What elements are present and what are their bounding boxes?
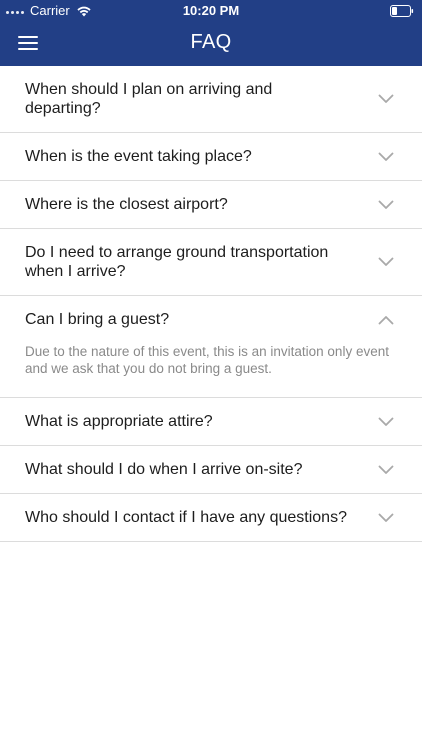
status-bar: Carrier 10:20 PM bbox=[0, 0, 422, 22]
chevron-down-icon[interactable] bbox=[378, 513, 394, 523]
faq-question-text: Can I bring a guest? bbox=[25, 311, 170, 328]
faq-question-text: When should I plan on arriving and depar… bbox=[25, 81, 273, 117]
faq-question[interactable]: Do I need to arrange ground transportati… bbox=[0, 229, 422, 295]
chevron-up-icon[interactable] bbox=[378, 315, 394, 325]
faq-item[interactable]: Who should I contact if I have any quest… bbox=[0, 494, 422, 542]
page-title: FAQ bbox=[190, 31, 232, 53]
faq-question-text: When is the event taking place? bbox=[25, 148, 252, 165]
chevron-down-icon[interactable] bbox=[378, 465, 394, 475]
faq-item[interactable]: When is the event taking place? bbox=[0, 133, 422, 181]
faq-question[interactable]: When should I plan on arriving and depar… bbox=[0, 66, 422, 132]
faq-question-text: Where is the closest airport? bbox=[25, 196, 228, 213]
faq-item[interactable]: Do I need to arrange ground transportati… bbox=[0, 229, 422, 296]
faq-question[interactable]: Can I bring a guest? bbox=[0, 296, 422, 343]
chevron-down-icon[interactable] bbox=[378, 152, 394, 162]
faq-question[interactable]: When is the event taking place? bbox=[0, 133, 422, 180]
faq-item[interactable]: Where is the closest airport? bbox=[0, 181, 422, 229]
faq-item[interactable]: When should I plan on arriving and depar… bbox=[0, 66, 422, 133]
faq-question-text: Do I need to arrange ground transportati… bbox=[25, 244, 329, 280]
faq-question[interactable]: Where is the closest airport? bbox=[0, 181, 422, 228]
faq-question-text: What is appropriate attire? bbox=[25, 413, 213, 430]
battery-icon bbox=[390, 5, 414, 17]
faq-list: When should I plan on arriving and depar… bbox=[0, 66, 422, 542]
navigation-bar: FAQ bbox=[0, 22, 422, 66]
faq-question[interactable]: What is appropriate attire? bbox=[0, 398, 422, 445]
faq-item[interactable]: What is appropriate attire? bbox=[0, 398, 422, 446]
status-time: 10:20 PM bbox=[182, 3, 240, 18]
chevron-down-icon[interactable] bbox=[378, 94, 394, 104]
faq-item[interactable]: Can I bring a guest? Due to the nature of… bbox=[0, 296, 422, 398]
faq-question[interactable]: What should I do when I arrive on-site? bbox=[0, 446, 422, 493]
faq-question[interactable]: Who should I contact if I have any quest… bbox=[0, 494, 422, 541]
app-header: Carrier 10:20 PM FAQ bbox=[0, 0, 422, 66]
faq-answer: Due to the nature of this event, this is… bbox=[25, 344, 389, 376]
faq-item[interactable]: What should I do when I arrive on-site? bbox=[0, 446, 422, 494]
chevron-down-icon[interactable] bbox=[378, 417, 394, 427]
chevron-down-icon[interactable] bbox=[378, 200, 394, 210]
faq-question-text: What should I do when I arrive on-site? bbox=[25, 461, 303, 478]
faq-question-text: Who should I contact if I have any quest… bbox=[25, 509, 347, 526]
chevron-down-icon[interactable] bbox=[378, 257, 394, 267]
